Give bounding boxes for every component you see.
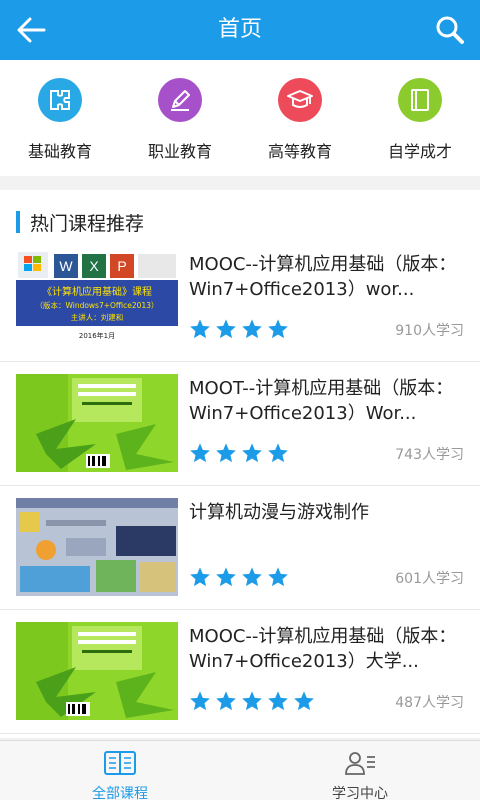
thumb-lecturer: 主讲人：刘建和 [71,312,124,322]
pencil-icon [158,78,202,122]
star-icon [216,567,236,587]
category-higher-education[interactable]: 高等教育 [240,78,360,162]
star-icon [216,691,236,711]
star-icon [216,319,236,339]
section-accent-bar [16,211,20,233]
star-icon [294,691,314,711]
star-icon [190,691,210,711]
user-profile-icon [345,752,375,775]
category-row: 基础教育 职业教育 高等教育 自学成才 [0,60,480,176]
tab-label: 全部课程 [92,786,148,800]
star-icon [242,691,262,711]
category-label: 职业教育 [147,142,212,161]
category-label: 自学成才 [387,142,452,161]
page-title: 首页 [217,17,262,42]
search-icon[interactable] [434,14,466,46]
top-bar: 首页 [0,0,480,60]
star-icon [268,443,288,463]
course-item[interactable]: W X P 《计算机应用基础》课程 （版本：Windows7+Office201… [0,238,480,362]
star-icon [242,443,262,463]
category-label: 基础教育 [27,142,92,161]
course-item[interactable]: MOOT--计算机应用基础（版本：Win7+Office2013）Wor... … [0,362,480,486]
course-list-icon [104,751,136,775]
rating-stars [189,318,293,340]
category-self-study[interactable]: 自学成才 [360,78,480,162]
puzzle-icon [38,78,82,122]
course-thumbnail: W X P 《计算机应用基础》课程 （版本：Windows7+Office201… [16,250,178,348]
learner-count: 601人学习 [395,571,464,587]
course-item[interactable]: MOOC--计算机应用基础（版本：Win7+Office2013）大学... 4… [0,610,480,734]
star-icon [190,567,210,587]
book-icon [398,78,442,122]
svg-text:P: P [117,258,126,274]
star-icon [268,567,288,587]
course-title: MOOT--计算机应用基础（版本：Win7+Office2013）Wor... [189,378,454,424]
course-title: 计算机动漫与游戏制作 [189,502,369,523]
course-thumbnail [16,498,178,596]
star-icon [268,691,288,711]
course-thumbnail [16,622,178,720]
graduation-cap-icon [278,78,322,122]
learner-count: 743人学习 [395,447,464,463]
star-icon [190,443,210,463]
section-title: 热门课程推荐 [30,212,145,235]
course-title: MOOC--计算机应用基础（版本：Win7+Office2013）大学... [189,626,457,672]
svg-text:X: X [89,258,99,274]
category-label: 高等教育 [267,142,332,161]
course-item[interactable]: 计算机动漫与游戏制作 601人学习 [0,486,480,610]
star-icon [242,319,262,339]
tab-all-courses[interactable]: 全部课程 [0,741,240,800]
hot-courses-section: 热门课程推荐 W X P 《计算机应用基础》课程 （版本：Windows7+Of… [0,190,480,738]
rating-stars [189,690,319,712]
course-thumbnail [16,374,178,472]
rating-stars [189,566,293,588]
svg-text:W: W [59,258,73,274]
tab-label: 学习中心 [332,786,388,800]
learner-count: 910人学习 [395,323,464,339]
star-icon [242,567,262,587]
course-title: MOOC--计算机应用基础（版本：Win7+Office2013）wor... [189,254,457,300]
section-header: 热门课程推荐 [16,210,145,235]
learner-count: 487人学习 [395,695,464,711]
star-icon [216,443,236,463]
star-icon [190,319,210,339]
star-icon [268,319,288,339]
category-vocational-education[interactable]: 职业教育 [120,78,240,162]
bottom-tab-bar: 全部课程 学习中心 [0,740,480,800]
thumb-date: 2016年1月 [79,331,115,340]
thumb-subtitle: （版本：Windows7+Office2013） [35,300,158,310]
category-basic-education[interactable]: 基础教育 [0,78,120,162]
rating-stars [189,442,293,464]
thumb-title: 《计算机应用基础》课程 [42,285,152,298]
tab-learning-center[interactable]: 学习中心 [240,741,480,800]
